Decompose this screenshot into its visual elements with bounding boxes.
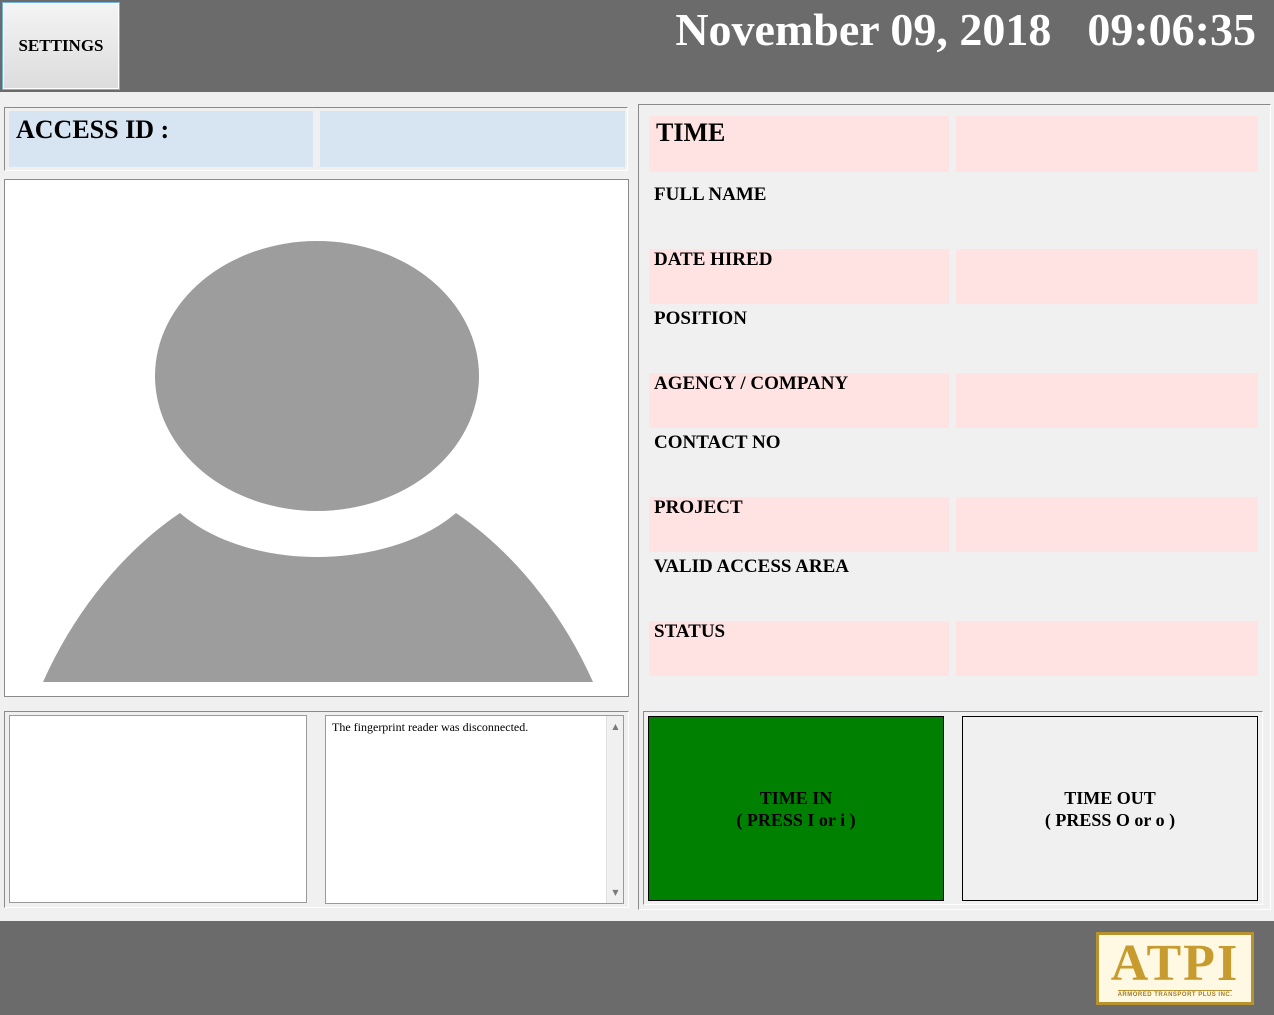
scroll-down-arrow-icon[interactable]: ▼ [607,884,624,901]
current-date: November 09, 2018 [675,4,1052,55]
valid-access-area-label: VALID ACCESS AREA [654,556,849,577]
project-value-field [956,497,1258,552]
settings-button[interactable]: SETTINGS [2,2,120,90]
position-label: POSITION [654,308,747,329]
current-time: 09:06:35 [1087,4,1256,55]
status-value-field [956,621,1258,676]
date-hired-label: DATE HIRED [654,249,773,270]
time-action-panel: TIME IN ( PRESS I or i ) TIME OUT ( PRES… [643,711,1263,905]
company-logo: ATPI ARMORED TRANSPORT PLUS INC. [1096,932,1254,1005]
user-avatar-placeholder-icon [43,241,593,682]
logo-text: ATPI [1110,934,1240,992]
scroll-up-arrow-icon[interactable]: ▲ [607,718,624,735]
time-in-title: TIME IN [759,787,833,808]
time-value-field [956,116,1258,172]
agency-company-label: AGENCY / COMPANY [654,373,849,394]
access-id-panel: ACCESS ID : [4,107,628,171]
time-out-button[interactable]: TIME OUT ( PRESS O or o ) [962,716,1258,901]
agency-value-field [956,373,1258,428]
employee-photo [4,179,629,697]
time-label: TIME [656,118,726,147]
full-name-label: FULL NAME [654,184,767,205]
status-log-text: The fingerprint reader was disconnected. [332,720,529,734]
project-label: PROJECT [654,497,743,518]
status-log-scrollbar[interactable]: ▲ ▼ [606,716,623,903]
time-out-hint: ( PRESS O or o ) [1044,809,1176,830]
time-in-hint: ( PRESS I or i ) [736,809,856,830]
fingerprint-preview-box [9,715,307,903]
time-in-button[interactable]: TIME IN ( PRESS I or i ) [648,716,944,901]
logo-subtext: ARMORED TRANSPORT PLUS INC. [1117,989,1233,998]
date-time-display: November 09, 2018 09:06:35 [675,2,1256,58]
status-label: STATUS [654,621,726,642]
access-id-label: ACCESS ID : [9,111,313,167]
date-hired-value-field [956,249,1258,304]
time-out-title: TIME OUT [1064,787,1156,808]
message-panel: The fingerprint reader was disconnected.… [4,711,629,908]
footer-bar [0,921,1274,1015]
status-log-textarea[interactable]: The fingerprint reader was disconnected.… [325,715,624,904]
access-id-field[interactable] [320,111,625,167]
contact-no-label: CONTACT NO [654,432,781,453]
header-bar: SETTINGS November 09, 2018 09:06:35 [0,0,1274,92]
